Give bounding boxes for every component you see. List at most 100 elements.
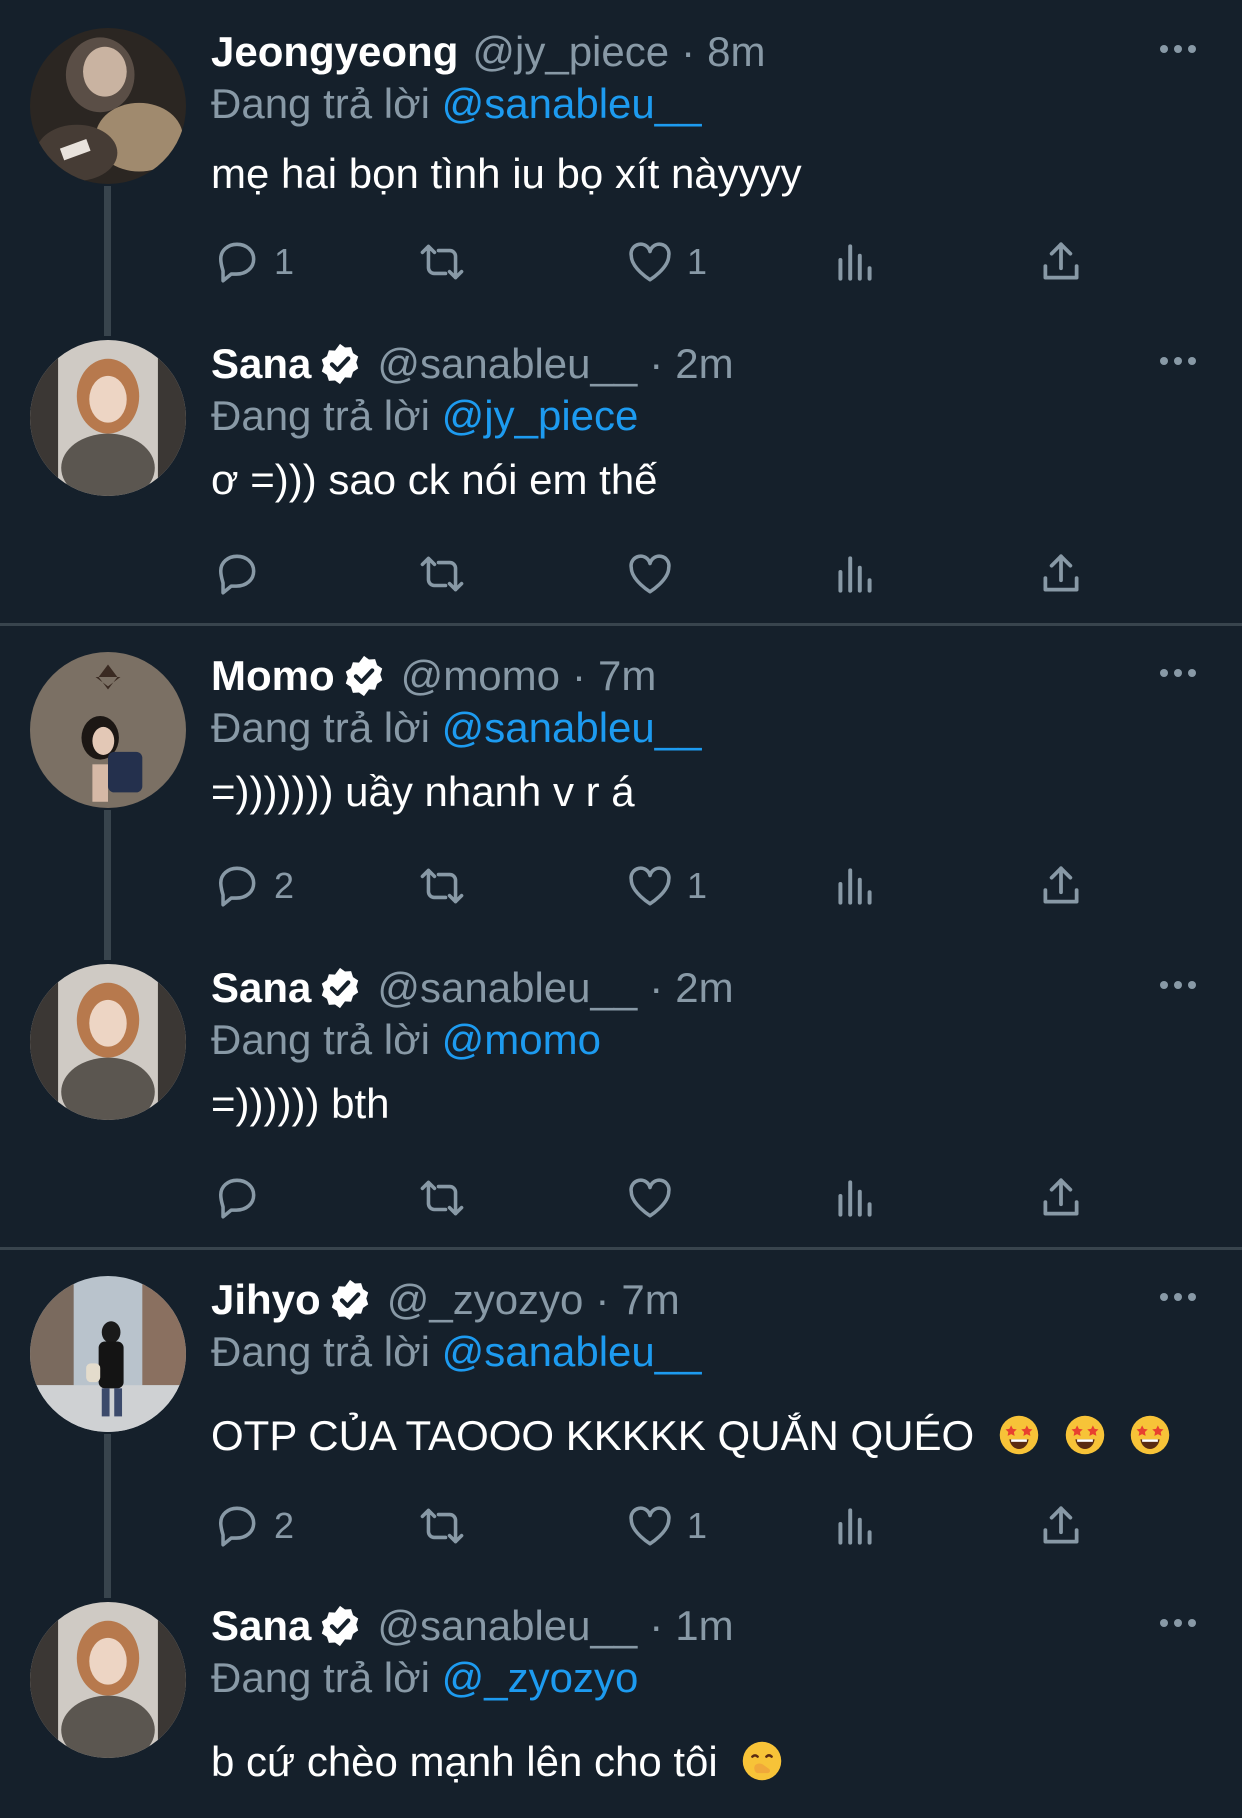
share-icon — [1036, 1501, 1086, 1551]
retweet-icon — [417, 237, 467, 287]
share-button[interactable] — [1036, 1496, 1086, 1556]
retweet-button[interactable] — [417, 1168, 479, 1228]
like-button[interactable]: 1 — [625, 1496, 707, 1556]
action-bar: 1 1 — [0, 232, 1242, 292]
retweet-icon — [417, 861, 467, 911]
user-handle[interactable]: @sanableu__ — [377, 962, 637, 1014]
tweet-header: Sana @sanableu__ · 1m — [211, 1600, 734, 1652]
retweet-button[interactable] — [417, 544, 479, 604]
reply-mention-link[interactable]: @sanableu__ — [442, 704, 702, 751]
reply-mention-link[interactable]: @sanableu__ — [442, 80, 702, 127]
replying-to: Đang trả lời @_zyozyo — [211, 1652, 638, 1704]
more-dots-icon[interactable] — [1160, 666, 1200, 680]
reply-mention-link[interactable]: @jy_piece — [442, 392, 639, 439]
reply-icon — [212, 1173, 262, 1223]
tweet-momo[interactable]: Momo @momo · 7m Đang trả lời @sanableu__… — [0, 624, 1242, 960]
tweet-header: Sana @sanableu__ · 2m — [211, 962, 734, 1014]
more-dots-icon[interactable] — [1160, 354, 1200, 368]
like-count: 1 — [687, 865, 708, 906]
share-icon — [1036, 549, 1086, 599]
user-handle[interactable]: @sanableu__ — [377, 1600, 637, 1652]
views-button[interactable] — [830, 856, 880, 916]
tweet-header: Jihyo @_zyozyo · 7m — [211, 1274, 680, 1326]
more-dots-icon[interactable] — [1160, 42, 1200, 56]
retweet-button[interactable] — [417, 1496, 479, 1556]
replying-to: Đang trả lời @sanableu__ — [211, 78, 701, 130]
display-name[interactable]: Momo — [211, 650, 335, 702]
reply-count: 1 — [274, 241, 295, 282]
user-handle[interactable]: @momo — [401, 650, 560, 702]
like-button[interactable] — [625, 1168, 687, 1228]
replying-label: Đang trả lời — [211, 1654, 430, 1701]
share-button[interactable] — [1036, 1168, 1086, 1228]
share-button[interactable] — [1036, 856, 1086, 916]
like-button[interactable]: 1 — [625, 856, 707, 916]
views-button[interactable] — [830, 544, 880, 604]
bar-chart-icon — [830, 1173, 880, 1223]
tweet-body: OTP CỦA TAOOO KKKKK QUẮN QUÉO — [211, 1410, 1171, 1462]
tweet-text: mẹ hai bọn tình iu bọ xít nàyyyy — [211, 150, 802, 197]
reply-button[interactable]: 2 — [212, 1496, 294, 1556]
more-dots-icon[interactable] — [1160, 978, 1200, 992]
reply-button[interactable] — [212, 1168, 274, 1228]
views-button[interactable] — [830, 232, 880, 292]
share-button[interactable] — [1036, 232, 1086, 292]
avatar[interactable] — [30, 1602, 186, 1758]
tweet-sana[interactable]: Sana @sanableu__ · 1m Đang trả lời @_zyo… — [0, 1574, 1242, 1818]
avatar[interactable] — [30, 340, 186, 496]
timestamp[interactable]: 7m — [598, 650, 656, 702]
more-dots-icon[interactable] — [1160, 1290, 1200, 1304]
views-button[interactable] — [830, 1168, 880, 1228]
action-bar — [0, 544, 1242, 604]
user-handle[interactable]: @sanableu__ — [377, 338, 637, 390]
reply-icon — [212, 861, 262, 911]
avatar[interactable] — [30, 652, 186, 808]
reply-mention-link[interactable]: @sanableu__ — [442, 1328, 702, 1375]
tweet-jihyo[interactable]: Jihyo @_zyozyo · 7m Đang trả lời @sanabl… — [0, 1248, 1242, 1598]
timestamp[interactable]: 2m — [675, 962, 733, 1014]
display-name[interactable]: Sana — [211, 338, 311, 390]
reply-mention-link[interactable]: @_zyozyo — [442, 1654, 639, 1701]
like-button[interactable] — [625, 544, 687, 604]
timestamp[interactable]: 7m — [621, 1274, 679, 1326]
separator-dot: · — [595, 1276, 610, 1323]
tweet-sana[interactable]: Sana @sanableu__ · 2m Đang trả lời @jy_p… — [0, 312, 1242, 624]
timestamp[interactable]: 1m — [675, 1600, 733, 1652]
display-name[interactable]: Sana — [211, 962, 311, 1014]
share-button[interactable] — [1036, 544, 1086, 604]
retweet-button[interactable] — [417, 232, 479, 292]
user-handle[interactable]: @_zyozyo — [387, 1274, 584, 1326]
like-button[interactable]: 1 — [625, 232, 707, 292]
reply-button[interactable]: 2 — [212, 856, 294, 916]
display-name[interactable]: Jeongyeong — [211, 26, 458, 78]
replying-to: Đang trả lời @sanableu__ — [211, 1326, 701, 1378]
bar-chart-icon — [830, 237, 880, 287]
retweet-icon — [417, 549, 467, 599]
user-handle[interactable]: @jy_piece — [472, 26, 669, 78]
bar-chart-icon — [830, 549, 880, 599]
avatar[interactable] — [30, 964, 186, 1120]
display-name[interactable]: Sana — [211, 1600, 311, 1652]
tweet-jeongyeong[interactable]: Jeongyeong @jy_piece · 8m Đang trả lời @… — [0, 0, 1242, 336]
retweet-icon — [417, 1501, 467, 1551]
reply-button[interactable]: 1 — [212, 232, 294, 292]
display-name[interactable]: Jihyo — [211, 1274, 321, 1326]
timestamp[interactable]: 8m — [707, 26, 765, 78]
replying-to: Đang trả lời @momo — [211, 1014, 601, 1066]
tweet-sana[interactable]: Sana @sanableu__ · 2m Đang trả lời @momo… — [0, 936, 1242, 1248]
bar-chart-icon — [830, 1501, 880, 1551]
tweet-text: ơ =))) sao ck nói em thế — [211, 456, 658, 503]
reply-button[interactable] — [212, 544, 274, 604]
share-icon — [1036, 861, 1086, 911]
timestamp[interactable]: 2m — [675, 338, 733, 390]
more-dots-icon[interactable] — [1160, 1616, 1200, 1630]
retweet-button[interactable] — [417, 856, 479, 916]
retweet-icon — [417, 1173, 467, 1223]
avatar[interactable] — [30, 28, 186, 184]
avatar[interactable] — [30, 1276, 186, 1432]
verified-badge-icon — [341, 653, 387, 699]
separator-dot: · — [681, 28, 696, 75]
reply-mention-link[interactable]: @momo — [442, 1016, 601, 1063]
views-button[interactable] — [830, 1496, 880, 1556]
bar-chart-icon — [830, 861, 880, 911]
